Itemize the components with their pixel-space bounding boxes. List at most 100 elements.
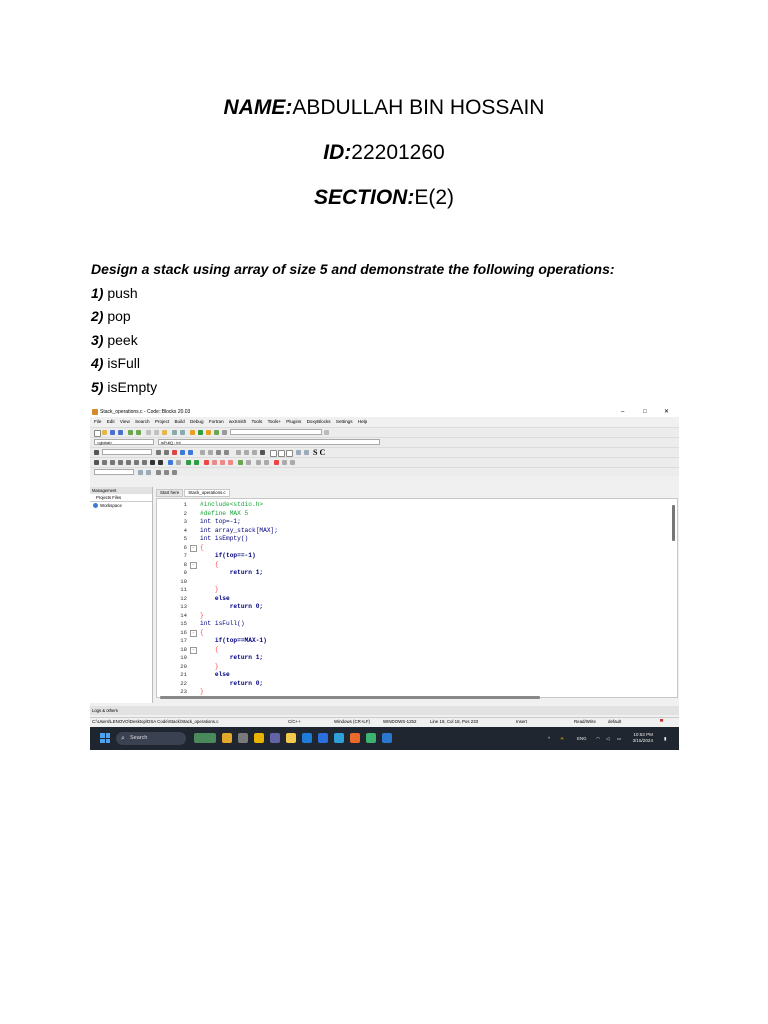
step-out-icon[interactable]: [126, 460, 131, 465]
menu-plugins[interactable]: Plugins: [286, 419, 301, 424]
weather-icon[interactable]: ☀: [560, 727, 564, 750]
uncomment-icon[interactable]: [246, 460, 251, 465]
highlight-icon[interactable]: [172, 450, 177, 455]
menu-wxsmith[interactable]: wxSmith: [229, 419, 246, 424]
frame-icon[interactable]: [216, 450, 221, 455]
new-file-icon[interactable]: [94, 430, 101, 437]
battery-icon[interactable]: ▭: [617, 727, 621, 750]
minimize-button[interactable]: –: [621, 407, 624, 417]
code-line[interactable]: else: [200, 671, 230, 680]
abort-icon[interactable]: [222, 430, 227, 435]
zoom-in-icon[interactable]: [296, 450, 301, 455]
app5-icon[interactable]: [334, 733, 344, 743]
menu-build[interactable]: Build: [174, 419, 184, 424]
start-button[interactable]: [100, 733, 110, 743]
menu-search[interactable]: Search: [135, 419, 150, 424]
menu-view[interactable]: View: [120, 419, 130, 424]
menu-edit[interactable]: Edit: [107, 419, 115, 424]
menu-settings[interactable]: Settings: [336, 419, 353, 424]
code-line[interactable]: }: [200, 612, 204, 621]
code-line[interactable]: int isEmpty(): [200, 535, 248, 544]
app2-icon[interactable]: [238, 733, 248, 743]
shape4-icon[interactable]: [260, 450, 265, 455]
target-settings-icon[interactable]: [324, 430, 329, 435]
tab-start-here[interactable]: Start here: [156, 489, 184, 497]
forward-icon[interactable]: [164, 450, 169, 455]
pause-icon[interactable]: [150, 460, 155, 465]
workspace-item[interactable]: Workspace: [90, 502, 152, 510]
menu-tools-plus[interactable]: Tools+: [268, 419, 281, 424]
save-icon[interactable]: [110, 430, 115, 435]
explorer-icon[interactable]: [286, 733, 296, 743]
app4-icon[interactable]: [318, 733, 328, 743]
box3-icon[interactable]: [286, 450, 293, 457]
rect-icon[interactable]: [208, 450, 213, 455]
scope-combo[interactable]: <global>: [94, 439, 154, 445]
menu-file[interactable]: File: [94, 419, 101, 424]
shape1-icon[interactable]: [236, 450, 241, 455]
paste-icon[interactable]: [162, 430, 167, 435]
code-line[interactable]: return 1;: [200, 569, 263, 578]
wifi-icon[interactable]: ◠: [596, 727, 600, 750]
fold-marker-icon[interactable]: −: [190, 545, 197, 552]
undo-icon[interactable]: [128, 430, 133, 435]
run-icon[interactable]: [198, 430, 203, 435]
menu-fortran[interactable]: Fortran: [209, 419, 224, 424]
save-all-icon[interactable]: [118, 430, 123, 435]
next-line-icon[interactable]: [110, 460, 115, 465]
copy-icon[interactable]: [154, 430, 159, 435]
code-zoom-icon[interactable]: [138, 470, 143, 475]
doxy-run-icon[interactable]: [274, 460, 279, 465]
next-instruction-icon[interactable]: [134, 460, 139, 465]
code-line[interactable]: int isFull(): [200, 620, 245, 629]
chrome-icon[interactable]: [350, 733, 360, 743]
doc1-icon[interactable]: [256, 460, 261, 465]
build-icon[interactable]: [190, 430, 195, 435]
taskbar-clock[interactable]: 10:53 PM 3/15/2024: [633, 732, 653, 744]
function-combo[interactable]: isFull() : int: [158, 439, 380, 445]
code-line[interactable]: int top=-1;: [200, 518, 241, 527]
open-icon[interactable]: [102, 430, 107, 435]
codeblocks-task-icon[interactable]: [366, 733, 376, 743]
sc-label[interactable]: S C: [313, 448, 325, 457]
symbol-combo[interactable]: [102, 449, 152, 455]
shape3-icon[interactable]: [252, 450, 257, 455]
replace-icon[interactable]: [180, 430, 185, 435]
tray-chevron-icon[interactable]: ^: [548, 727, 550, 750]
doxy-config-icon[interactable]: [290, 460, 295, 465]
notification-icon[interactable]: ▮: [664, 727, 666, 750]
language-indicator[interactable]: ENG: [577, 727, 587, 750]
menu-debug[interactable]: Debug: [190, 419, 204, 424]
code-line[interactable]: }: [200, 586, 219, 595]
code-line[interactable]: if(top==-1): [200, 552, 256, 561]
code-line[interactable]: {: [200, 629, 204, 638]
bookmark3-icon[interactable]: [220, 460, 225, 465]
build-target-combo[interactable]: [230, 429, 322, 435]
toggle-bookmark-icon[interactable]: [204, 460, 209, 465]
widget-icon[interactable]: [194, 733, 216, 743]
comment-icon[interactable]: [238, 460, 243, 465]
menu-project[interactable]: Project: [155, 419, 169, 424]
code-line[interactable]: return 0;: [200, 680, 263, 689]
select-icon[interactable]: [200, 450, 205, 455]
find-icon[interactable]: [172, 430, 177, 435]
code-editor[interactable]: 1 #include<stdio.h> 2 #define MAX 5 3 int top…: [156, 498, 678, 698]
run-to-cursor-icon[interactable]: [102, 460, 107, 465]
code-combo[interactable]: [94, 469, 134, 475]
code-line[interactable]: }: [200, 663, 219, 672]
code-search-icon[interactable]: [146, 470, 151, 475]
bookmark4-icon[interactable]: [228, 460, 233, 465]
debug-continue-icon[interactable]: [94, 460, 99, 465]
mid-icon[interactable]: [164, 470, 169, 475]
regex-icon[interactable]: [180, 450, 185, 455]
maximize-button[interactable]: □: [643, 407, 647, 417]
grid-icon[interactable]: [224, 450, 229, 455]
info-icon[interactable]: [176, 460, 181, 465]
redo-icon[interactable]: [136, 430, 141, 435]
back-icon[interactable]: [156, 450, 161, 455]
app3-icon[interactable]: [254, 733, 264, 743]
code-line[interactable]: return 0;: [200, 603, 263, 612]
doxy-help-icon[interactable]: [282, 460, 287, 465]
next-icon[interactable]: [172, 470, 177, 475]
code-line[interactable]: #define MAX 5: [200, 510, 248, 519]
